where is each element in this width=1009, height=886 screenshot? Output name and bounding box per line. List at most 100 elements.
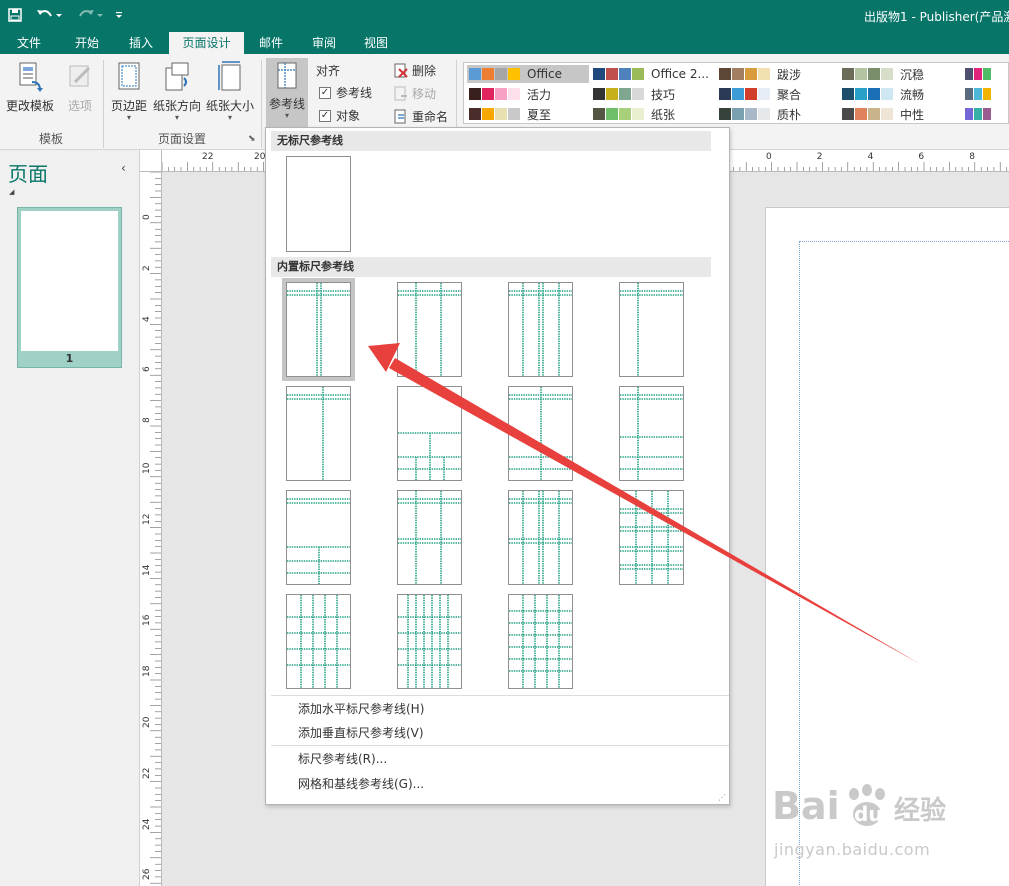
tab-file[interactable]: 文件 (4, 32, 54, 54)
ruler-number: 18 (142, 665, 152, 678)
options-button[interactable]: 选项 (60, 60, 100, 114)
color-scheme-name: Office (527, 67, 563, 81)
color-swatch (983, 68, 991, 80)
color-scheme-item[interactable]: 质朴 (717, 105, 839, 123)
chevron-left-icon[interactable]: ‹ (121, 161, 126, 175)
color-scheme-item[interactable]: 流畅 (840, 85, 962, 103)
guide-layout-option[interactable] (282, 278, 355, 381)
align-to-objects-checkbox[interactable]: ✓ 对象 (319, 107, 360, 124)
color-swatch (881, 108, 893, 120)
color-scheme-name: 聚合 (777, 87, 802, 102)
tab-insert[interactable]: 插入 (116, 32, 166, 54)
color-scheme-name: 跋涉 (777, 67, 802, 82)
ruler-guides-item[interactable]: 标尺参考线(R)... (298, 750, 387, 767)
align-to-guides-checkbox[interactable]: ✓ 参考线 (319, 84, 372, 101)
color-swatch (469, 88, 481, 100)
section-collapse-icon[interactable]: ◢ (9, 188, 14, 196)
tab-home[interactable]: 开始 (62, 32, 112, 54)
guide-layout-preview (509, 387, 572, 480)
orientation-button[interactable]: 纸张方向 ▾ (151, 60, 203, 122)
move-page-button[interactable]: 移动 (393, 85, 436, 102)
guides-button[interactable]: 参考线 ▾ (266, 58, 308, 128)
orientation-label: 纸张方向 (152, 99, 201, 113)
redo-icon[interactable] (74, 4, 106, 26)
no-ruler-guides-header: 无标尺参考线 (271, 131, 711, 151)
color-swatch (732, 88, 744, 100)
dialog-launcher-icon[interactable]: ⬊ (248, 134, 256, 144)
add-vertical-guide-item[interactable]: 添加垂直标尺参考线(V) (298, 724, 424, 741)
guide-layout-option[interactable] (397, 282, 462, 377)
color-scheme-item[interactable]: 沉稳 (840, 65, 962, 83)
guide-layout-option[interactable] (508, 282, 573, 377)
vertical-ruler[interactable]: 0 2 4 6 8 10 12 14 16 18 20 22 24 26 (140, 172, 162, 886)
guide-layout-option[interactable] (508, 490, 573, 585)
guide-layout-preview (620, 491, 683, 584)
guide-layout-option[interactable] (619, 282, 684, 377)
color-swatch (732, 68, 744, 80)
chevron-down-icon: ▾ (126, 113, 131, 122)
guide-layout-option[interactable] (397, 386, 462, 481)
customize-icon[interactable] (110, 4, 128, 26)
delete-page-button[interactable]: 删除 (393, 62, 436, 79)
color-scheme-item[interactable]: 活力 (467, 85, 589, 103)
page-size-button[interactable]: 纸张大小 ▾ (204, 60, 256, 122)
guide-layout-option[interactable] (397, 594, 462, 689)
color-swatch (606, 108, 618, 120)
add-horizontal-guide-item[interactable]: 添加水平标尺参考线(H) (298, 700, 424, 717)
guides-label: 参考线 (268, 97, 305, 111)
ruler-number: 26 (142, 868, 152, 881)
color-swatch (974, 88, 982, 100)
tab-review[interactable]: 审阅 (301, 32, 347, 54)
tab-view[interactable]: 视图 (353, 32, 399, 54)
ruler-number: 8 (142, 417, 152, 424)
page-thumbnail[interactable]: 1 (17, 207, 122, 368)
color-scheme-item[interactable]: Office 2... (591, 65, 713, 83)
undo-icon[interactable] (32, 4, 66, 26)
color-scheme-item[interactable] (963, 65, 1007, 83)
save-icon[interactable] (4, 4, 26, 26)
color-scheme-item[interactable]: 夏至 (467, 105, 589, 123)
margins-button[interactable]: 页边距 ▾ (107, 60, 151, 122)
color-scheme-item[interactable]: 聚合 (717, 85, 839, 103)
guide-layout-option[interactable] (286, 490, 351, 585)
tab-page-design[interactable]: 页面设计 (169, 32, 244, 54)
color-scheme-item[interactable]: Office (467, 65, 589, 83)
guide-layout-option[interactable] (286, 386, 351, 481)
guide-layout-option[interactable] (619, 386, 684, 481)
resize-grip-icon[interactable]: ⋰ (718, 793, 726, 802)
color-swatch (469, 68, 481, 80)
guide-layout-option[interactable] (397, 490, 462, 585)
color-swatch (868, 88, 880, 100)
rename-page-button[interactable]: 重命名 (393, 108, 448, 125)
ruler-number: 22 (202, 152, 214, 162)
color-scheme-item[interactable]: 中性 (840, 105, 962, 123)
tab-mailings[interactable]: 邮件 (248, 32, 294, 54)
guide-layout-preview (620, 387, 683, 480)
color-swatch (992, 88, 1000, 100)
change-template-button[interactable]: 更改模板 (2, 60, 58, 114)
color-swatch (593, 88, 605, 100)
guide-layout-option[interactable] (508, 386, 573, 481)
color-scheme-gallery: Office Office 2... 跋涉 沉稳活力 技巧 聚合 流畅夏至 纸张 质朴 中性 (463, 62, 1009, 124)
rename-page-label: 重命名 (412, 110, 449, 124)
color-scheme-item[interactable] (963, 85, 1007, 103)
color-swatch (606, 88, 618, 100)
publisher-window: 出版物1 - Publisher(产品激 文件 开始 插入 页面设计 邮件 审阅… (0, 0, 1009, 886)
color-scheme-item[interactable]: 技巧 (591, 85, 713, 103)
color-scheme-item[interactable]: 纸张 (591, 105, 713, 123)
grid-baseline-guides-item[interactable]: 网格和基线参考线(G)... (298, 775, 424, 792)
color-scheme-item[interactable]: 跋涉 (717, 65, 839, 83)
color-swatch (758, 88, 770, 100)
checkmark-icon: ✓ (319, 109, 331, 122)
no-guides-option[interactable] (286, 156, 351, 252)
guide-layout-option[interactable] (619, 490, 684, 585)
rename-page-icon (394, 109, 406, 123)
guide-layout-option[interactable] (508, 594, 573, 689)
color-scheme-item[interactable] (963, 105, 1007, 123)
color-swatch (606, 68, 618, 80)
color-swatch (732, 108, 744, 120)
options-label: 选项 (67, 99, 92, 113)
guide-layout-option[interactable] (286, 594, 351, 689)
margins-icon (118, 62, 140, 90)
ruler-number: 20 (142, 716, 152, 728)
